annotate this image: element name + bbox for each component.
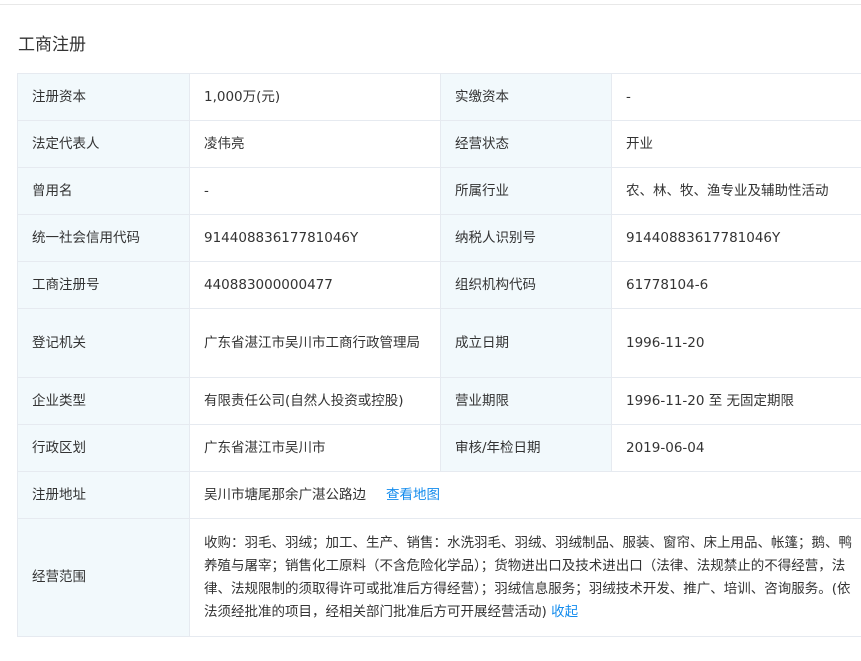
registered-capital-value: 1,000万(元) (189, 73, 441, 121)
industry-value: 农、林、牧、渔专业及辅助性活动 (611, 167, 861, 215)
registered-address-value: 吴川市塘尾那余广湛公路边 (204, 486, 366, 503)
registered-address-cell: 吴川市塘尾那余广湛公路边 查看地图 (189, 471, 861, 519)
registration-authority-value: 广东省湛江市吴川市工商行政管理局 (189, 308, 441, 378)
table-row: 注册资本 1,000万(元) 实缴资本 - (17, 73, 861, 121)
registration-number-label: 工商注册号 (17, 261, 190, 309)
established-date-value: 1996-11-20 (611, 308, 861, 378)
table-row: 企业类型 有限责任公司(自然人投资或控股) 营业期限 1996-11-20 至 … (17, 377, 861, 425)
administrative-division-value: 广东省湛江市吴川市 (189, 424, 441, 472)
table-row: 经营范围 收购：羽毛、羽绒；加工、生产、销售：水洗羽毛、羽绒、羽绒制品、服装、窗… (17, 518, 861, 637)
section-title: 工商注册 (18, 35, 86, 55)
business-scope-value: 收购：羽毛、羽绒；加工、生产、销售：水洗羽毛、羽绒、羽绒制品、服装、窗帘、床上用… (204, 534, 852, 620)
table-row: 注册地址 吴川市塘尾那余广湛公路边 查看地图 (17, 471, 861, 519)
registered-capital-label: 注册资本 (17, 73, 190, 121)
credit-code-value: 91440883617781046Y (189, 214, 441, 262)
registration-number-value: 440883000000477 (189, 261, 441, 309)
table-row: 行政区划 广东省湛江市吴川市 审核/年检日期 2019-06-04 (17, 424, 861, 472)
business-scope-cell: 收购：羽毛、羽绒；加工、生产、销售：水洗羽毛、羽绒、羽绒制品、服装、窗帘、床上用… (189, 518, 861, 637)
table-row: 工商注册号 440883000000477 组织机构代码 61778104-6 (17, 261, 861, 309)
credit-code-label: 统一社会信用代码 (17, 214, 190, 262)
view-map-link[interactable]: 查看地图 (386, 487, 440, 503)
taxpayer-id-value: 91440883617781046Y (611, 214, 861, 262)
business-status-label: 经营状态 (440, 120, 612, 168)
former-name-value: - (189, 167, 441, 215)
top-divider (0, 0, 861, 5)
table-row: 登记机关 广东省湛江市吴川市工商行政管理局 成立日期 1996-11-20 (17, 308, 861, 378)
table-row: 统一社会信用代码 91440883617781046Y 纳税人识别号 91440… (17, 214, 861, 262)
table-row: 曾用名 - 所属行业 农、林、牧、渔专业及辅助性活动 (17, 167, 861, 215)
paid-in-capital-label: 实缴资本 (440, 73, 612, 121)
company-type-value: 有限责任公司(自然人投资或控股) (189, 377, 441, 425)
registration-authority-label: 登记机关 (17, 308, 190, 378)
legal-representative-value: 凌伟亮 (189, 120, 441, 168)
former-name-label: 曾用名 (17, 167, 190, 215)
industry-label: 所属行业 (440, 167, 612, 215)
company-type-label: 企业类型 (17, 377, 190, 425)
established-date-label: 成立日期 (440, 308, 612, 378)
legal-representative-label: 法定代表人 (17, 120, 190, 168)
collapse-link[interactable]: 收起 (551, 604, 578, 620)
business-scope-label: 经营范围 (17, 518, 190, 637)
inspection-date-value: 2019-06-04 (611, 424, 861, 472)
table-row: 法定代表人 凌伟亮 经营状态 开业 (17, 120, 861, 168)
registered-address-label: 注册地址 (17, 471, 190, 519)
inspection-date-label: 审核/年检日期 (440, 424, 612, 472)
business-term-label: 营业期限 (440, 377, 612, 425)
paid-in-capital-value: - (611, 73, 861, 121)
organization-code-label: 组织机构代码 (440, 261, 612, 309)
registration-info-table: 注册资本 1,000万(元) 实缴资本 - 法定代表人 凌伟亮 经营状态 开业 … (17, 73, 861, 637)
business-term-value: 1996-11-20 至 无固定期限 (611, 377, 861, 425)
organization-code-value: 61778104-6 (611, 261, 861, 309)
business-status-value: 开业 (611, 120, 861, 168)
administrative-division-label: 行政区划 (17, 424, 190, 472)
taxpayer-id-label: 纳税人识别号 (440, 214, 612, 262)
